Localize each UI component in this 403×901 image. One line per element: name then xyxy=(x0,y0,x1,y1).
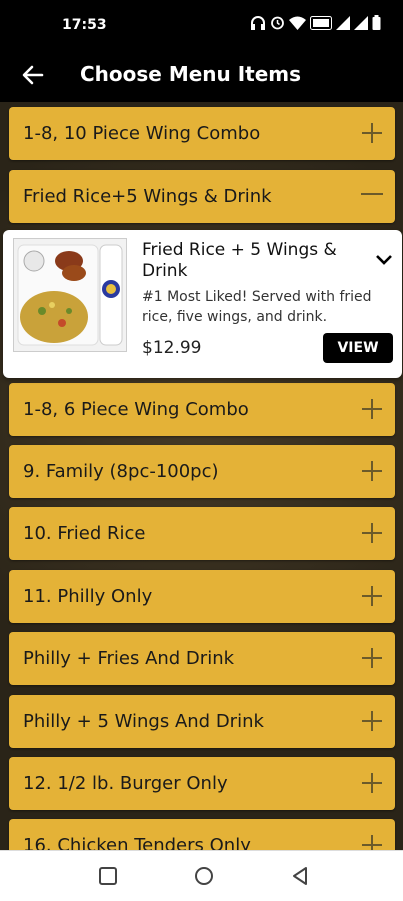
category-row[interactable]: 1-8, 10 Piece Wing Combo xyxy=(9,107,395,160)
signal-icon xyxy=(336,15,350,30)
arrow-left-icon[interactable] xyxy=(20,62,46,88)
category-row[interactable]: 10. Fried Rice xyxy=(9,507,395,560)
square-icon[interactable] xyxy=(97,865,119,887)
item-name: Fried Rice + 5 Wings & Drink xyxy=(142,240,337,281)
status-bar: 17:53 xyxy=(0,0,403,50)
page-title: Choose Menu Items xyxy=(80,62,302,86)
minus-icon[interactable] xyxy=(357,181,387,211)
category-label: 1-8, 6 Piece Wing Combo xyxy=(23,399,249,420)
category-row[interactable]: 9. Family (8pc-100pc) xyxy=(9,445,395,498)
status-icons xyxy=(250,15,381,30)
plus-icon[interactable] xyxy=(357,118,387,148)
item-price: $12.99 xyxy=(142,338,202,358)
category-row[interactable]: Philly + 5 Wings And Drink xyxy=(9,695,395,748)
plus-icon[interactable] xyxy=(357,830,387,850)
category-row[interactable]: 11. Philly Only xyxy=(9,570,395,623)
category-label: 12. 1/2 lb. Burger Only xyxy=(23,773,228,794)
app-header: Choose Menu Items xyxy=(0,50,403,102)
category-row[interactable]: 16. Chicken Tenders Only xyxy=(9,819,395,850)
category-label: Philly + Fries And Drink xyxy=(23,648,235,669)
status-time: 17:53 xyxy=(62,17,107,33)
category-row[interactable]: 1-8, 6 Piece Wing Combo xyxy=(9,383,395,436)
category-row[interactable]: Philly + Fries And Drink xyxy=(9,632,395,685)
category-row[interactable]: 12. 1/2 lb. Burger Only xyxy=(9,757,395,810)
menu-item-card[interactable]: Fried Rice + 5 Wings & Drink #1 Most Lik… xyxy=(3,230,402,378)
battery-icon xyxy=(372,15,381,30)
item-photo xyxy=(13,238,127,352)
category-label: 9. Family (8pc-100pc) xyxy=(23,461,219,482)
signal-icon xyxy=(354,15,368,30)
category-label: 11. Philly Only xyxy=(23,586,153,607)
menu-list[interactable]: 1-8, 10 Piece Wing Combo Fried Rice+5 Wi… xyxy=(0,102,403,850)
headphones-icon xyxy=(251,15,265,30)
plus-icon[interactable] xyxy=(357,581,387,611)
plus-icon[interactable] xyxy=(357,768,387,798)
category-row[interactable]: Fried Rice+5 Wings & Drink xyxy=(9,170,395,223)
triangle-back-icon[interactable] xyxy=(289,865,311,887)
category-label: 16. Chicken Tenders Only xyxy=(23,835,251,850)
category-label: Fried Rice+5 Wings & Drink xyxy=(23,186,272,207)
chevron-down-icon[interactable] xyxy=(374,252,394,266)
alarm-icon xyxy=(271,16,284,30)
system-nav-bar xyxy=(0,850,403,901)
category-label: 10. Fried Rice xyxy=(23,523,146,544)
plus-icon[interactable] xyxy=(357,394,387,424)
volte-icon xyxy=(310,15,332,30)
category-label: Philly + 5 Wings And Drink xyxy=(23,711,264,732)
plus-icon[interactable] xyxy=(357,518,387,548)
wifi-icon xyxy=(289,16,306,30)
plus-icon[interactable] xyxy=(357,456,387,486)
plus-icon[interactable] xyxy=(357,706,387,736)
category-label: 1-8, 10 Piece Wing Combo xyxy=(23,123,261,144)
circle-icon[interactable] xyxy=(193,865,215,887)
plus-icon[interactable] xyxy=(357,643,387,673)
item-description: #1 Most Liked! Served with fried rice, f… xyxy=(142,289,372,325)
view-button[interactable]: VIEW xyxy=(323,333,393,363)
